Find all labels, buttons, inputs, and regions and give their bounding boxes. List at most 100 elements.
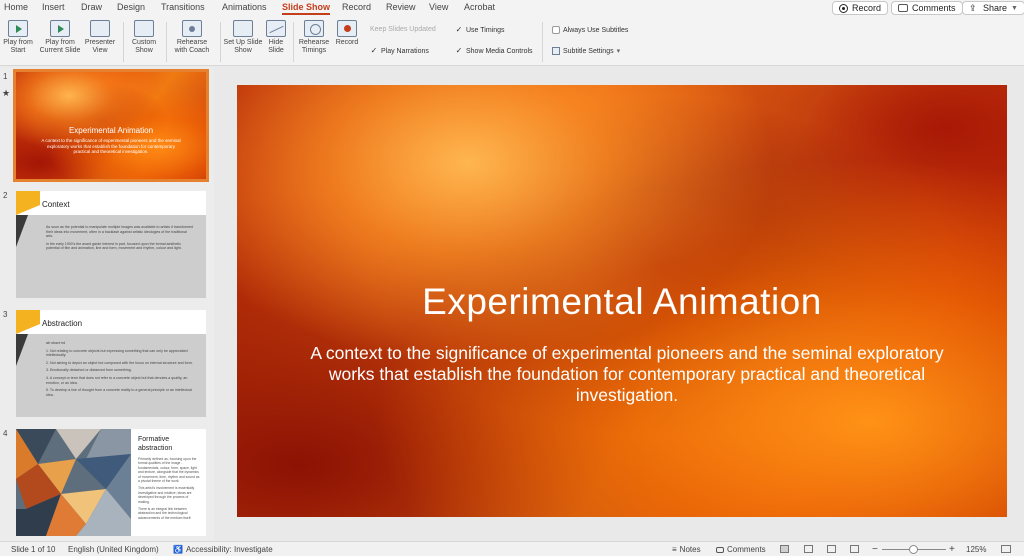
- accessibility-label: Accessibility: Investigate: [185, 545, 273, 554]
- slide-editor-canvas[interactable]: Experimental Animation A context to the …: [237, 85, 1007, 517]
- play-icon: [8, 20, 28, 37]
- play-from-current-label: Play from Current Slide: [39, 39, 81, 54]
- keep-slides-updated-checkbox[interactable]: Keep Slides Updated: [370, 26, 436, 33]
- slide-show-view-button[interactable]: [850, 545, 859, 553]
- slide-sorter-icon: [804, 545, 813, 553]
- share-icon: ⇪: [969, 3, 977, 13]
- record-button[interactable]: Record: [832, 1, 889, 15]
- zoom-slider-handle[interactable]: [909, 545, 918, 554]
- hide-slide-button[interactable]: Hide Slide: [265, 20, 287, 55]
- separator: [220, 22, 221, 62]
- comment-icon: [716, 546, 724, 553]
- accessibility-icon: ♿: [173, 545, 183, 554]
- subtitle-settings-label: Subtitle Settings: [563, 47, 614, 55]
- presenter-view-button[interactable]: Presenter View: [84, 20, 116, 55]
- thumb-dark-wedge: [16, 215, 28, 247]
- custom-show-button[interactable]: Custom Show: [128, 20, 160, 55]
- check-icon: ✓: [455, 25, 463, 34]
- presenter-icon: [90, 20, 110, 37]
- zoom-level[interactable]: 125%: [966, 545, 986, 554]
- tab-design[interactable]: Design: [117, 2, 145, 12]
- play-icon: [50, 20, 70, 37]
- thumb-title: Formative abstraction: [138, 436, 173, 452]
- thumb-paragraph: As soon as the potential to manipulate m…: [46, 225, 194, 239]
- thumb-paragraph: This artist's involvement is essentially…: [138, 486, 195, 504]
- thumb-title: Abstraction: [42, 319, 83, 328]
- comments-status-label: Comments: [727, 545, 766, 554]
- separator: [542, 22, 543, 62]
- fit-to-window-button[interactable]: [1001, 545, 1011, 553]
- show-media-controls-label: Show Media Controls: [466, 47, 533, 55]
- fit-window-icon: [1001, 545, 1011, 553]
- record-ribbon-label: Record: [335, 39, 359, 46]
- record-slide-show-button[interactable]: Record: [334, 20, 360, 47]
- tab-acrobat[interactable]: Acrobat: [464, 2, 495, 12]
- reading-view-button[interactable]: [827, 545, 836, 553]
- animation-star-icon: ★: [2, 88, 11, 98]
- rehearse-with-coach-button[interactable]: Rehearse with Coach: [172, 20, 212, 55]
- show-media-controls-checkbox[interactable]: ✓ Show Media Controls: [455, 47, 533, 55]
- thumb-paragraph: 4. A concept or term that does not refer…: [46, 375, 188, 385]
- notes-icon: ≡: [672, 545, 677, 554]
- normal-view-button[interactable]: [780, 545, 789, 553]
- play-from-current-button[interactable]: Play from Current Slide: [38, 20, 82, 55]
- notes-button[interactable]: ≡ Notes: [672, 545, 701, 554]
- status-bar: Slide 1 of 10 English (United Kingdom) ♿…: [0, 541, 1024, 556]
- thumb-accent-bar: [16, 205, 40, 215]
- language-indicator[interactable]: English (United Kingdom): [68, 545, 159, 554]
- always-use-subtitles-label: Always Use Subtitles: [563, 26, 629, 34]
- separator: [123, 22, 124, 62]
- thumb-paragraph: 2. Not aiming to depict an object but co…: [46, 360, 193, 365]
- check-icon: ✓: [455, 46, 463, 55]
- slide-thumbnail-1[interactable]: Experimental Animation A context to the …: [13, 69, 209, 182]
- slide-number: 4: [3, 429, 8, 438]
- set-up-slide-show-button[interactable]: Set Up Slide Show: [224, 20, 262, 55]
- slide-title[interactable]: Experimental Animation: [237, 281, 1007, 323]
- thumb-paragraph: ab·stract·ed: [46, 341, 66, 345]
- comments-status-button[interactable]: Comments: [716, 545, 766, 554]
- play-narrations-label: Play Narrations: [381, 47, 429, 55]
- rehearse-with-coach-label: Rehearse with Coach: [174, 39, 210, 54]
- thumb-title: Experimental Animation: [68, 126, 154, 135]
- check-icon: ✓: [370, 46, 378, 55]
- tab-transitions[interactable]: Transitions: [161, 2, 205, 12]
- tab-draw[interactable]: Draw: [81, 2, 102, 12]
- presenter-view-label: Presenter View: [84, 39, 116, 54]
- record-icon: [839, 3, 848, 13]
- record-label: Record: [852, 3, 882, 13]
- slide-thumbnail-2[interactable]: Context As soon as the potential to mani…: [16, 191, 206, 298]
- play-narrations-checkbox[interactable]: ✓ Play Narrations: [370, 47, 429, 55]
- comments-label: Comments: [912, 3, 956, 13]
- slide-number: 3: [3, 310, 8, 319]
- zoom-in-button[interactable]: +: [949, 544, 955, 555]
- timer-icon: [304, 20, 324, 37]
- zoom-out-button[interactable]: −: [872, 544, 878, 555]
- use-timings-checkbox[interactable]: ✓ Use Timings: [455, 26, 505, 34]
- slide-subtitle[interactable]: A context to the significance of experim…: [307, 343, 947, 406]
- share-button[interactable]: ⇪ Share ▼: [962, 1, 1024, 15]
- accessibility-status[interactable]: ♿ Accessibility: Investigate: [173, 545, 273, 554]
- slide-sorter-button[interactable]: [804, 545, 813, 553]
- tab-insert[interactable]: Insert: [42, 2, 65, 12]
- record-icon: [337, 20, 357, 37]
- tab-animations[interactable]: Animations: [222, 2, 267, 12]
- keep-slides-updated-label: Keep Slides Updated: [370, 26, 436, 33]
- tab-review[interactable]: Review: [386, 2, 416, 12]
- thumb-paragraph: There is an integral link between abstra…: [138, 507, 192, 520]
- thumb-title: Context: [42, 200, 70, 209]
- slide-thumbnail-4[interactable]: Formative abstraction Primarily defined …: [16, 429, 206, 536]
- comments-button[interactable]: Comments: [891, 1, 963, 15]
- play-from-start-button[interactable]: Play from Start: [3, 20, 33, 55]
- tab-record[interactable]: Record: [342, 2, 371, 12]
- rehearse-timings-button[interactable]: Rehearse Timings: [298, 20, 330, 55]
- always-use-subtitles-checkbox[interactable]: Always Use Subtitles: [552, 26, 628, 34]
- slide-thumbnails-panel: 1 ★ Experimental Animation A context to …: [0, 67, 214, 541]
- thumb-body: As soon as the potential to manipulate m…: [46, 225, 194, 254]
- coach-icon: [182, 20, 202, 37]
- thumb-subtitle: A context to the significance of experim…: [41, 138, 181, 154]
- slide-thumbnail-3[interactable]: Abstraction ab·stract·ed 1. Not relating…: [16, 310, 206, 417]
- subtitle-settings-button[interactable]: Subtitle Settings ▾: [552, 47, 620, 55]
- tab-home[interactable]: Home: [4, 2, 28, 12]
- tab-slide-show[interactable]: Slide Show: [282, 2, 331, 15]
- tab-view[interactable]: View: [429, 2, 448, 12]
